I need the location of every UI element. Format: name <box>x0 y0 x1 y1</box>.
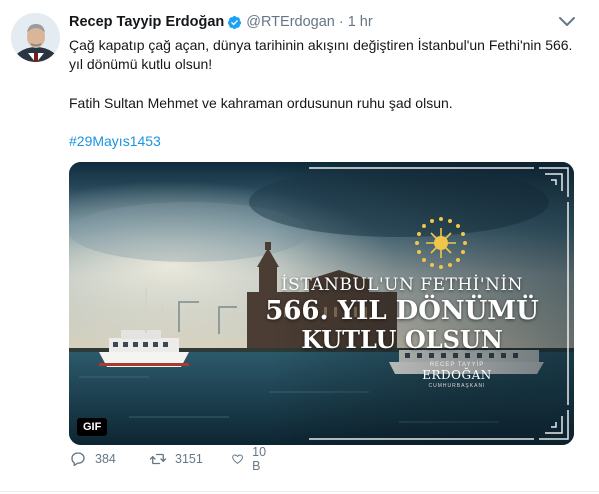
retweet-icon <box>149 453 167 465</box>
avatar[interactable] <box>11 13 60 62</box>
hashtag-link[interactable]: #29Mayıs1453 <box>69 133 161 149</box>
media-gif[interactable]: İSTANBUL'UN FETHİ'NİN 566. YIL DÖNÜMÜ KU… <box>69 162 574 445</box>
verified-badge-icon <box>228 15 242 29</box>
like-button[interactable]: 10 B <box>231 445 271 473</box>
tweet-header: Recep Tayyip Erdoğan @RTErdogan · 1 hr <box>69 12 373 32</box>
avatar-image <box>11 13 60 62</box>
signature-name: ERDOĞAN <box>422 368 492 382</box>
divider <box>0 491 599 492</box>
author-handle[interactable]: @RTErdogan <box>246 14 335 30</box>
overlay-line-1: İSTANBUL'UN FETHİ'NİN <box>280 275 524 295</box>
author-name[interactable]: Recep Tayyip Erdoğan <box>69 14 224 30</box>
separator-dot: · <box>338 14 344 30</box>
reply-count: 384 <box>95 452 116 466</box>
caret-down-icon[interactable] <box>558 16 576 28</box>
like-count: 10 B <box>252 445 267 473</box>
reply-icon <box>71 452 85 467</box>
retweet-button[interactable]: 3151 <box>149 450 203 468</box>
signature-bottom: CUMHURBAŞKANI <box>428 383 486 389</box>
overlay-line-2: 566. YIL DÖNÜMÜ <box>265 296 539 326</box>
tweet-text-paragraph-1: Çağ kapatıp çağ açan, dünya tarihinin ak… <box>69 37 573 72</box>
gif-badge: GIF <box>77 418 108 436</box>
retweet-count: 3151 <box>175 452 203 466</box>
tweet[interactable]: Recep Tayyip Erdoğan @RTErdogan · 1 hr Ç… <box>0 0 599 494</box>
reply-button[interactable]: 384 <box>69 450 116 468</box>
tweet-text-paragraph-2: Fatih Sultan Mehmet ve kahraman ordusunu… <box>69 95 453 111</box>
overlay-line-3: KUTLU OLSUN <box>301 325 503 354</box>
timestamp[interactable]: 1 hr <box>348 14 373 30</box>
like-icon <box>232 454 243 464</box>
